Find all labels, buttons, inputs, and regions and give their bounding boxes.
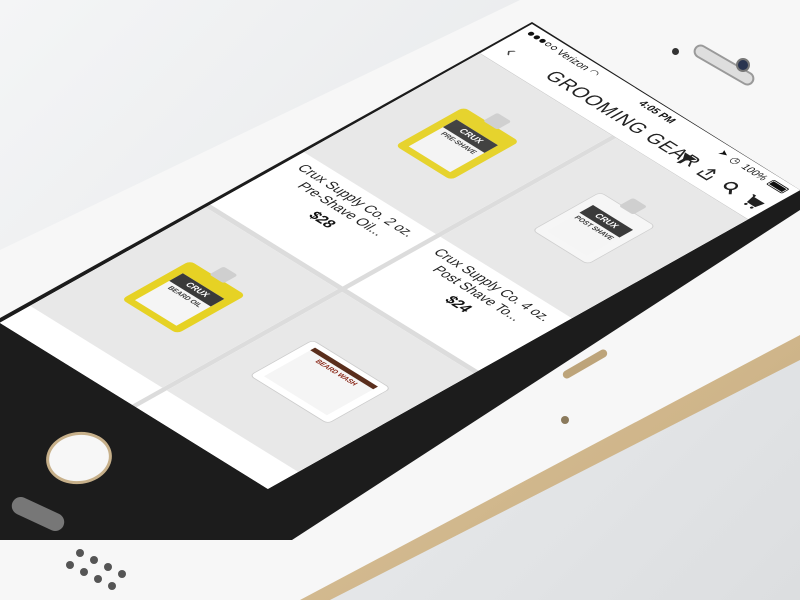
alarm-icon: ◷	[726, 155, 745, 166]
bottle-image: CRUX PRE-SHAVE	[395, 107, 520, 181]
bottle-brand	[310, 347, 379, 390]
search-icon[interactable]	[714, 178, 747, 198]
bottle-type: BEARD WASH	[313, 358, 360, 387]
bottle-image: CRUX POST SHAVE	[531, 191, 656, 265]
cart-icon[interactable]	[737, 192, 770, 212]
back-chevron-icon[interactable]: ‹	[492, 40, 531, 63]
bottle-image: CRUX BEARD OIL	[121, 260, 247, 334]
front-camera	[736, 58, 750, 72]
proximity-sensor	[672, 48, 679, 55]
share-icon[interactable]	[691, 164, 724, 184]
bottle-image: BEARD WASH	[249, 339, 392, 424]
scene: Verizon ◠ 4:05 PM ➤ ◷ 100% ‹ GROOMING GE…	[0, 0, 800, 600]
